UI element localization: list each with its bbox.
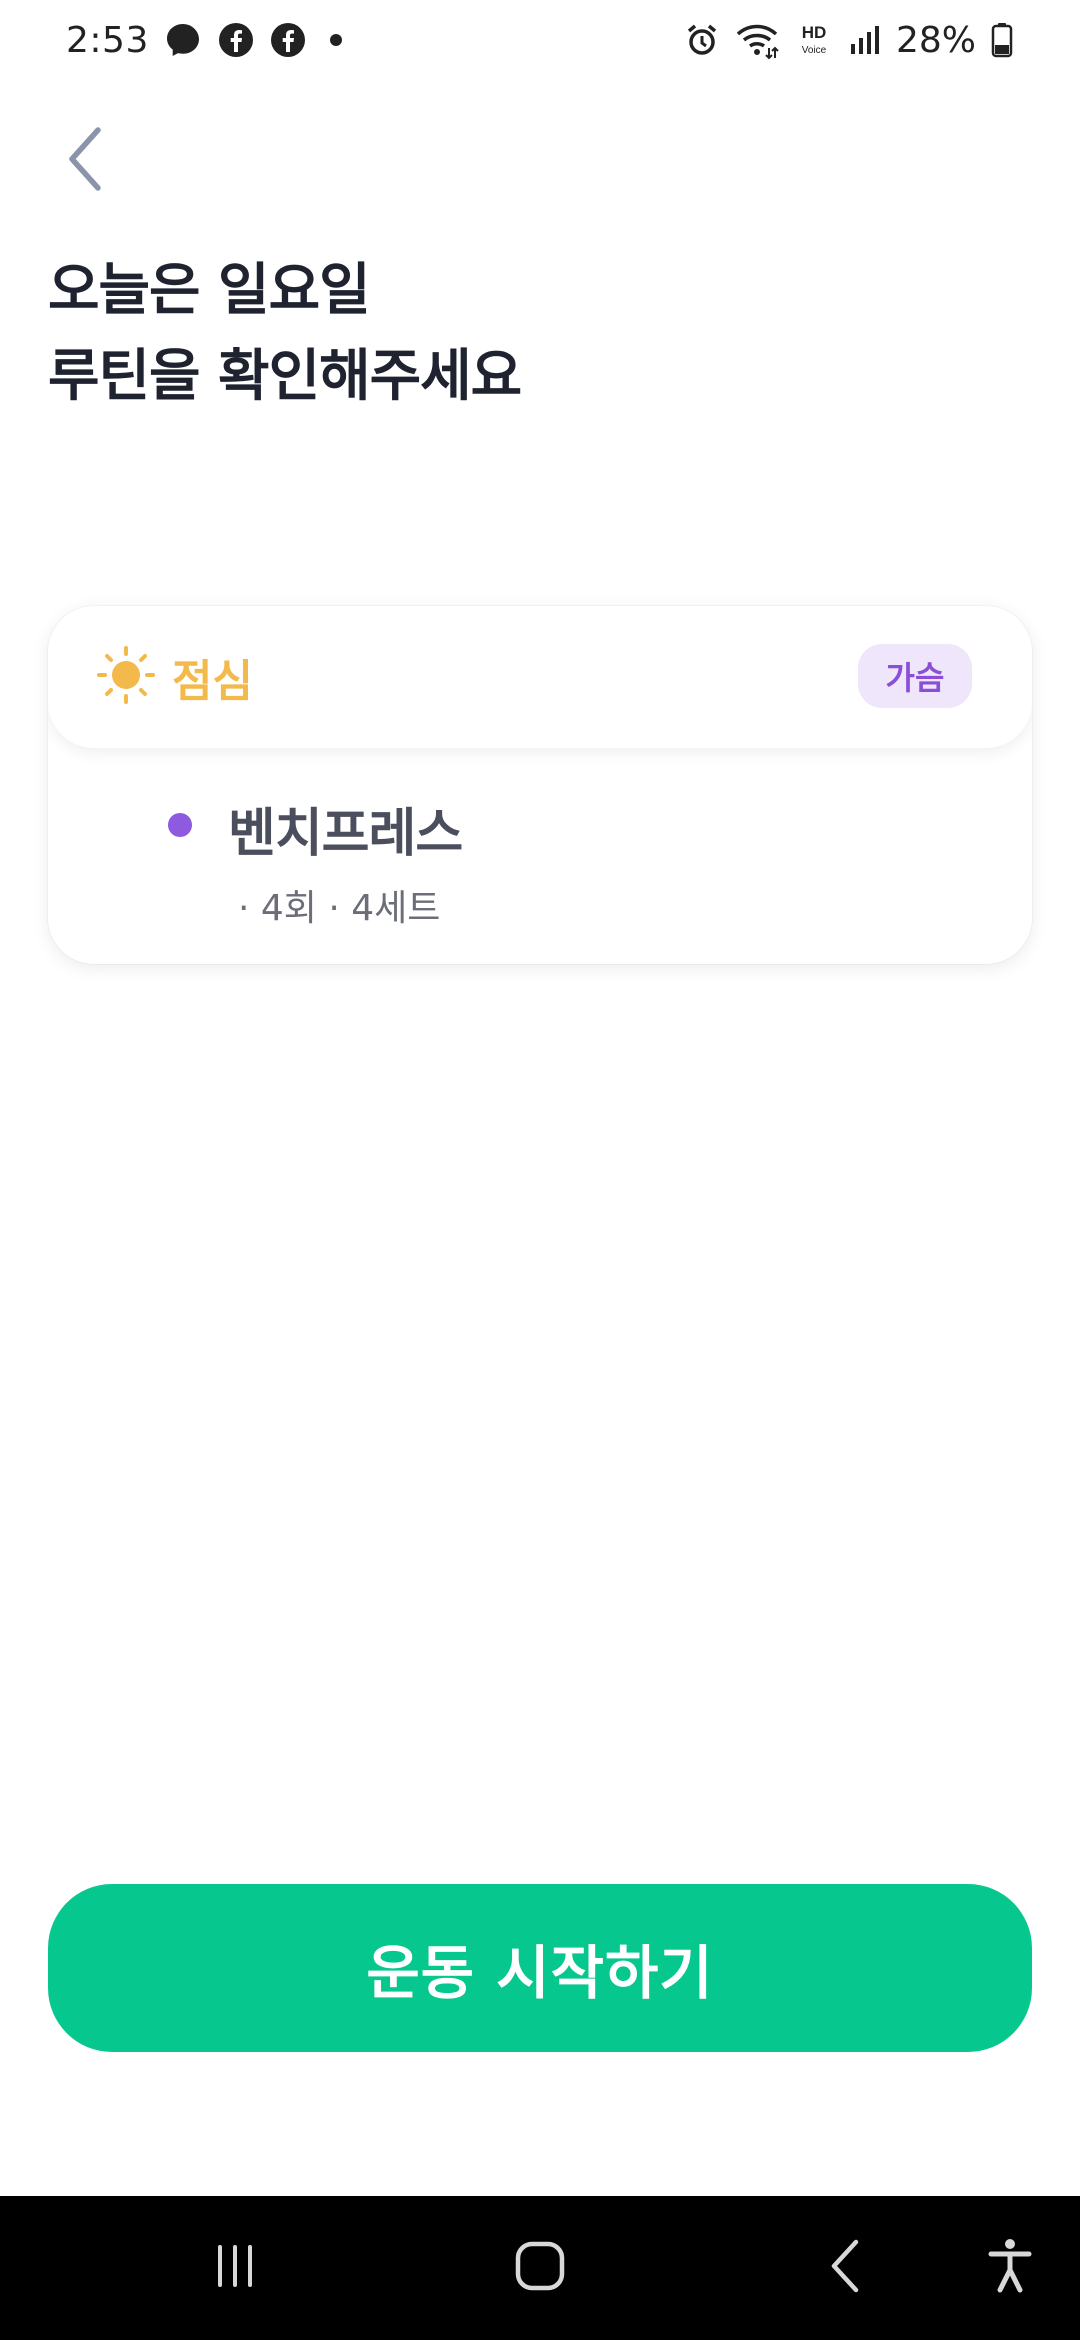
muscle-tag-badge: 가슴 — [858, 644, 972, 708]
routine-screen: 2:53 HD Voice 28% 오늘은 일요일 루틴을 확인해주세요 점심 … — [0, 0, 1080, 2340]
accessibility-button[interactable] — [960, 2196, 1060, 2340]
nav-back-button[interactable] — [790, 2196, 900, 2340]
exercise-name: 벤치프레스 — [228, 804, 463, 864]
routine-card-header: 점심 가슴 — [48, 606, 1032, 748]
exercise-bullet — [168, 813, 192, 837]
status-right: HD Voice 28% — [684, 20, 1014, 61]
routine-card[interactable]: 점심 가슴 벤치프레스 · 4회 · 4세트 — [48, 606, 1032, 964]
signal-icon — [848, 22, 882, 58]
recent-apps-button[interactable] — [180, 2196, 290, 2340]
back-button[interactable] — [50, 116, 120, 206]
page-title: 오늘은 일요일 루틴을 확인해주세요 — [48, 248, 948, 420]
exercise-detail: · 4회 · 4세트 — [238, 888, 441, 929]
meal-label: 점심 — [172, 656, 253, 707]
recent-apps-icon — [210, 2241, 260, 2295]
facebook-icon — [217, 21, 255, 59]
messenger-icon — [163, 20, 203, 60]
home-icon — [512, 2238, 568, 2298]
battery-icon — [990, 21, 1014, 59]
accessibility-icon — [985, 2236, 1035, 2300]
wifi-icon — [734, 20, 780, 60]
status-bar: 2:53 HD Voice 28% — [0, 0, 1080, 80]
chevron-left-icon — [60, 124, 110, 198]
status-left: 2:53 — [66, 20, 351, 61]
title-line-2: 루틴을 확인해주세요 — [48, 344, 522, 409]
title-line-1: 오늘은 일요일 — [48, 258, 371, 323]
back-icon — [820, 2236, 870, 2300]
hd-voice-icon: HD Voice — [794, 20, 834, 60]
notification-dot-icon — [321, 25, 351, 55]
battery-percent: 28% — [895, 19, 976, 61]
alarm-icon — [684, 22, 720, 58]
start-workout-button[interactable]: 운동 시작하기 — [48, 1884, 1032, 2052]
facebook-icon — [269, 21, 307, 59]
start-workout-label: 운동 시작하기 — [366, 1939, 714, 2007]
sun-icon — [96, 645, 156, 709]
system-nav-bar — [0, 2196, 1080, 2340]
hd-top-text: HD — [802, 23, 827, 42]
home-button[interactable] — [485, 2196, 595, 2340]
hd-bottom-text: Voice — [802, 45, 827, 56]
status-time: 2:53 — [66, 19, 149, 61]
